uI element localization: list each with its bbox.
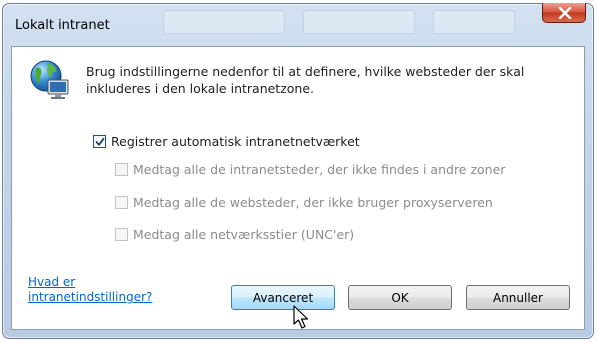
intranet-globe-icon xyxy=(30,60,69,99)
background-tab xyxy=(433,10,515,34)
include-unc-paths-checkbox xyxy=(115,228,128,241)
include-unc-paths-label: Medtag alle netværksstier (UNC'er) xyxy=(133,227,355,242)
include-intranet-sites-checkbox xyxy=(115,163,128,176)
title-bar[interactable]: Lokalt intranet xyxy=(3,3,593,46)
include-proxy-bypass-row: Medtag alle de websteder, der ikke bruge… xyxy=(115,195,493,210)
include-intranet-sites-row: Medtag alle de intranetsteder, der ikke … xyxy=(115,162,505,177)
ok-button[interactable]: OK xyxy=(348,285,452,310)
cancel-button[interactable]: Annuller xyxy=(466,285,570,310)
auto-detect-checkbox-row[interactable]: Registrer automatisk intranetnetværket xyxy=(93,134,360,149)
close-button[interactable] xyxy=(542,3,586,23)
include-proxy-bypass-label: Medtag alle de websteder, der ikke bruge… xyxy=(133,195,493,210)
background-tab xyxy=(303,10,415,34)
include-proxy-bypass-checkbox xyxy=(115,196,128,209)
window-title: Lokalt intranet xyxy=(15,18,110,33)
help-link[interactable]: Hvad er intranetindstillinger? xyxy=(28,275,152,305)
advanced-button[interactable]: Avanceret xyxy=(231,285,335,310)
background-tab xyxy=(163,10,285,34)
include-unc-paths-row: Medtag alle netværksstier (UNC'er) xyxy=(115,227,354,242)
auto-detect-checkbox[interactable] xyxy=(93,135,106,148)
help-link-line2[interactable]: intranetindstillinger? xyxy=(28,290,152,305)
help-link-line1[interactable]: Hvad er xyxy=(28,275,152,290)
auto-detect-label: Registrer automatisk intranetnetværket xyxy=(111,134,360,149)
close-icon xyxy=(558,7,572,19)
checkmark-icon xyxy=(95,137,105,146)
include-intranet-sites-label: Medtag alle de intranetsteder, der ikke … xyxy=(133,162,506,177)
description-text: Brug indstillingerne nedenfor til at def… xyxy=(86,64,525,96)
mouse-pointer-icon xyxy=(293,305,309,329)
